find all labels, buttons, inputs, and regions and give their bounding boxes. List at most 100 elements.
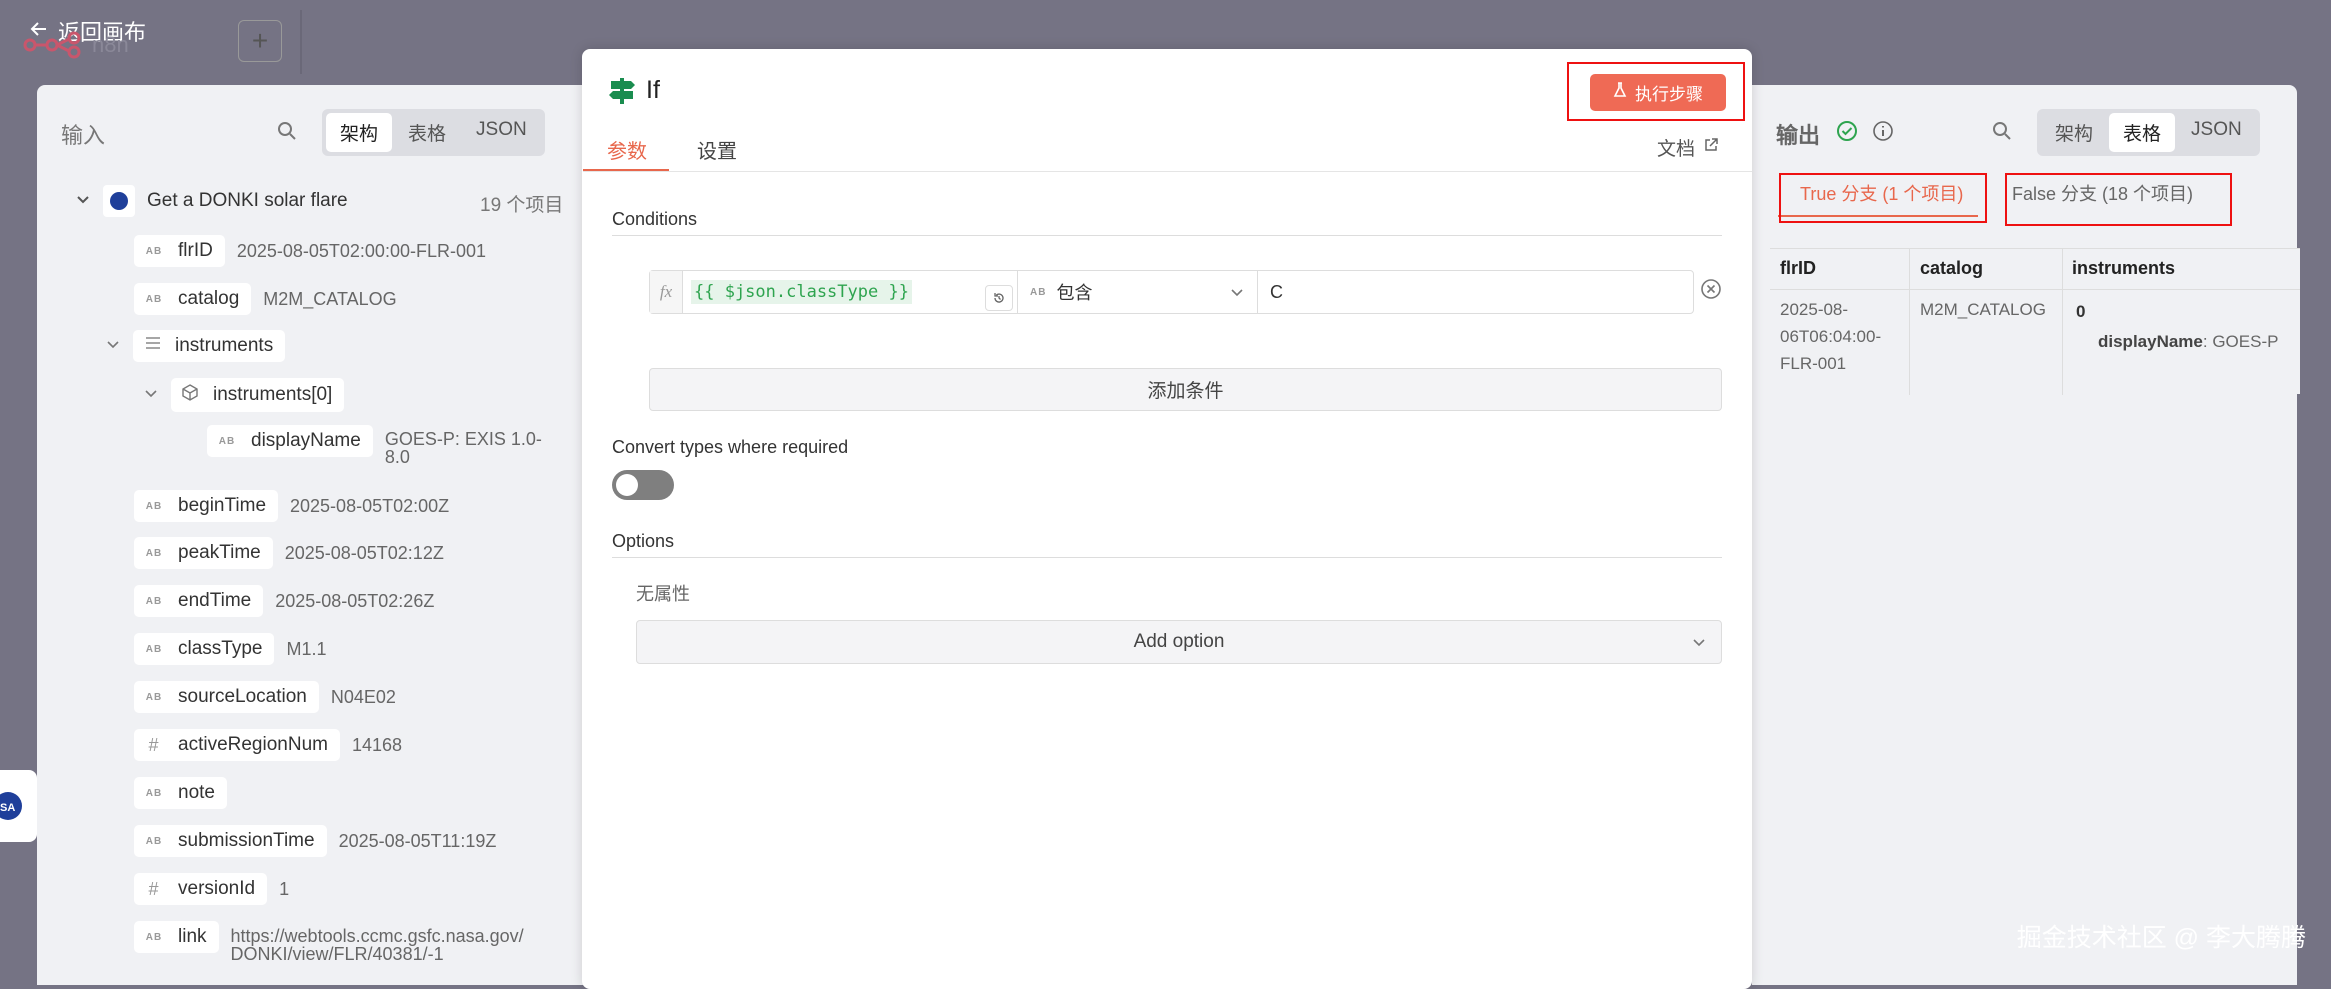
cube-icon <box>179 383 201 407</box>
condition-right-input[interactable]: C <box>1258 271 1693 313</box>
operator-value: 包含 <box>1056 283 1093 303</box>
field-key: activeRegionNum <box>178 734 328 755</box>
view-table[interactable]: 表格 <box>2109 113 2176 152</box>
field-value: 14168 <box>351 734 403 755</box>
divider <box>300 10 302 74</box>
section-divider <box>612 235 1722 236</box>
field-row: AB catalog M2M_CATALOG <box>134 283 397 315</box>
field-pill[interactable]: AB catalog <box>134 283 252 315</box>
field-key: beginTime <box>178 495 267 516</box>
conditions-title: Conditions <box>612 209 698 229</box>
highlight-box <box>1779 173 1987 223</box>
tab-settings[interactable]: 设置 <box>697 135 737 164</box>
chevron-down-icon[interactable] <box>75 191 91 212</box>
field-row: AB flrID 2025-08-05T02:00:00-FLR-001 <box>134 235 486 267</box>
field-pill[interactable]: # versionId <box>134 873 268 905</box>
field-pill[interactable]: instruments[0] <box>171 378 345 412</box>
field-row: AB link https://webtools.ccmc.gsfc.nasa.g… <box>134 921 524 963</box>
svg-text:SA: SA <box>0 802 15 814</box>
chevron-down-icon <box>1229 284 1245 305</box>
options-title: Options <box>612 531 675 551</box>
field-row: AB classType M1.1 <box>134 633 327 665</box>
column-header: flrID <box>1780 258 1816 278</box>
field-pill[interactable]: AB note <box>134 777 227 809</box>
highlight-box <box>1567 62 1745 121</box>
chevron-down-icon[interactable] <box>105 336 121 357</box>
field-key: versionId <box>178 878 256 899</box>
field-key: link <box>178 926 207 947</box>
field-key: instruments[0] <box>213 384 333 405</box>
condition-left-input[interactable]: {{ $json.classType }} <box>683 271 1018 313</box>
cell-line: FLR-001 <box>1780 354 1847 373</box>
tree-node-row[interactable]: Get a DONKI solar flare <box>75 185 348 217</box>
field-pill[interactable]: AB displayName <box>207 425 373 457</box>
value-line: https://webtools.ccmc.gsfc.nasa.gov/ <box>230 926 524 946</box>
field-value[interactable]: https://webtools.ccmc.gsfc.nasa.gov/DONK… <box>231 921 524 963</box>
column-divider <box>2062 249 2063 395</box>
field-key: submissionTime <box>178 830 315 851</box>
field-row: AB endTime 2025-08-05T02:26Z <box>134 585 434 617</box>
search-icon[interactable] <box>1992 121 2012 146</box>
cell-key: displayName <box>2098 332 2203 351</box>
number-type-icon: # <box>148 878 160 899</box>
add-option-select[interactable]: Add option <box>636 620 1722 664</box>
n8n-logo: n8n <box>22 30 142 65</box>
field-row: # activeRegionNum 14168 <box>134 729 402 761</box>
string-type-icon: AB <box>145 835 163 847</box>
view-json[interactable]: JSON <box>2177 113 2256 152</box>
field-pill[interactable]: AB classType <box>134 633 275 665</box>
field-key: displayName <box>251 430 361 451</box>
chevron-down-icon[interactable] <box>143 385 159 406</box>
add-button[interactable]: + <box>238 20 282 62</box>
tab-parameters[interactable]: 参数 <box>607 135 647 164</box>
view-json[interactable]: JSON <box>462 113 541 152</box>
expression-history-icon[interactable] <box>985 285 1013 311</box>
field-row: AB note <box>134 777 227 809</box>
string-type-icon: AB <box>145 500 163 512</box>
field-key: flrID <box>178 240 213 261</box>
field-pill[interactable]: instruments <box>133 330 286 362</box>
cell-value: : GOES-P <box>2202 332 2279 351</box>
svg-text:n8n: n8n <box>92 32 129 57</box>
number-type-icon: # <box>148 734 160 755</box>
field-pill[interactable]: AB flrID <box>134 235 225 267</box>
string-type-icon: AB <box>145 643 163 655</box>
field-value: N04E02 <box>330 686 396 707</box>
input-panel: 输入 架构 表格 JSON Get a DONKI solar flare 19… <box>37 85 587 985</box>
field-value: M1.1 <box>286 638 327 659</box>
field-value: 2025-08-05T02:26Z <box>275 590 435 611</box>
view-table[interactable]: 表格 <box>394 113 460 152</box>
field-row: AB sourceLocation N04E02 <box>134 681 396 713</box>
expression-value: {{ $json.classType }} <box>691 280 912 304</box>
field-pill[interactable]: AB beginTime <box>134 490 279 522</box>
info-icon[interactable] <box>1872 120 1894 147</box>
field-row: instruments[0] <box>143 378 345 412</box>
field-pill[interactable]: AB sourceLocation <box>134 681 319 713</box>
field-pill[interactable]: AB peakTime <box>134 537 273 569</box>
field-key: peakTime <box>178 542 261 563</box>
highlight-box <box>2005 173 2232 226</box>
view-schema[interactable]: 架构 <box>2041 113 2107 152</box>
string-type-icon: AB <box>145 547 163 559</box>
docs-link[interactable]: 文档 <box>1657 134 1719 161</box>
header-divider <box>1770 289 2300 290</box>
convert-types-toggle[interactable] <box>612 470 674 500</box>
table-cell: M2M_CATALOG <box>1920 300 2046 319</box>
operator-select[interactable]: AB 包含 <box>1018 271 1258 313</box>
table-cell: displayName: GOES-P <box>2098 328 2278 355</box>
search-icon[interactable] <box>277 121 297 146</box>
field-pill[interactable]: AB submissionTime <box>134 825 327 857</box>
field-pill[interactable]: AB link <box>134 921 219 953</box>
field-pill[interactable]: AB endTime <box>134 585 264 617</box>
remove-condition-icon[interactable] <box>1700 278 1722 305</box>
output-view-switch: 架构 表格 JSON <box>2037 109 2260 156</box>
string-type-icon: AB <box>145 245 163 257</box>
cell-line: 2025-08- <box>1780 300 1849 319</box>
if-node-icon <box>608 76 636 111</box>
field-key: note <box>178 782 215 803</box>
convert-types-label: Convert types where required <box>612 437 849 457</box>
field-value: 2025-08-05T02:12Z <box>284 542 444 563</box>
field-pill[interactable]: # activeRegionNum <box>134 729 340 761</box>
add-condition-button[interactable]: 添加条件 <box>649 368 1722 411</box>
view-schema[interactable]: 架构 <box>326 113 393 152</box>
